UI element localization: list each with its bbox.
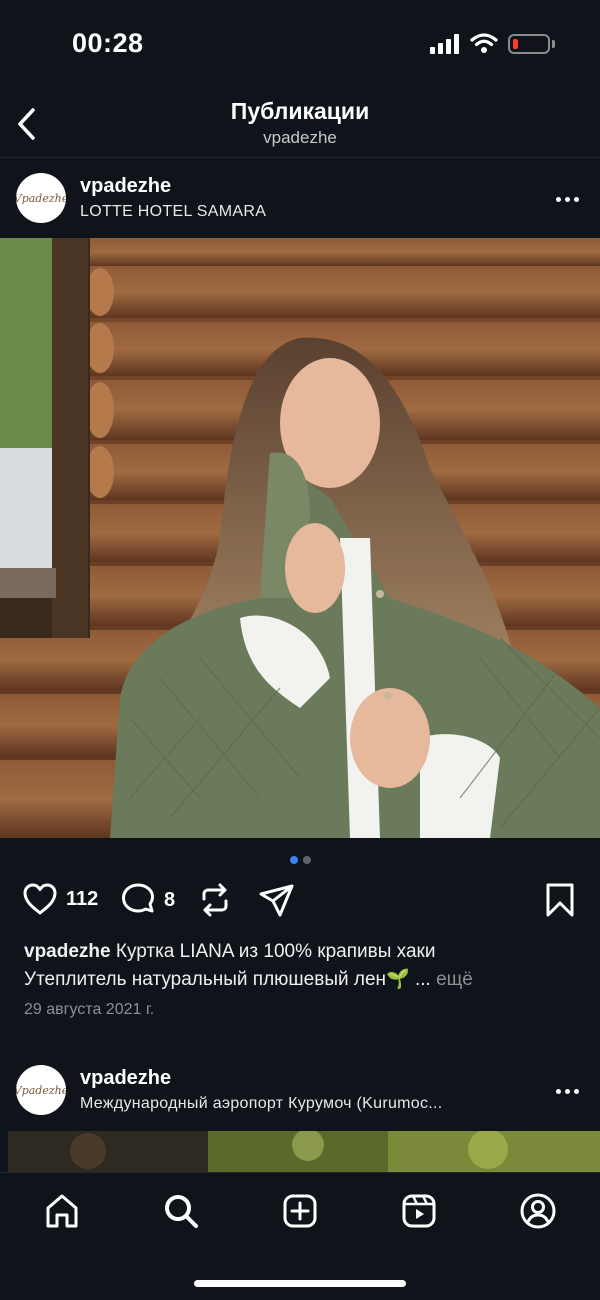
carousel-dot: [289, 856, 298, 864]
more-options-button[interactable]: [550, 189, 584, 209]
avatar[interactable]: Vpadezhe: [16, 1065, 66, 1115]
repost-button[interactable]: [198, 882, 232, 918]
comment-count: 8: [164, 888, 176, 911]
caption-text-line2: Утеплитель натуральный плюшевый лен🌱 ...: [24, 969, 437, 990]
post-location[interactable]: Международный аэропорт Курумоч (Kurumoc.…: [80, 1095, 443, 1113]
status-bar: 00:28: [0, 0, 600, 90]
caption-text-line1: Куртка LIANA из 100% крапивы хаки: [110, 941, 436, 962]
caption-username[interactable]: vpadezhe: [24, 941, 111, 962]
like-count: 112: [66, 887, 99, 910]
save-button[interactable]: [544, 882, 576, 918]
caption-more-link[interactable]: ещё: [436, 969, 473, 990]
page-title: Публикации: [230, 98, 370, 124]
carousel-dot: [302, 856, 311, 864]
like-button[interactable]: 112: [22, 882, 98, 916]
post-image[interactable]: [0, 238, 600, 838]
create-icon: [283, 1194, 317, 1228]
search-icon: [165, 1195, 198, 1228]
home-indicator: [194, 1280, 406, 1287]
send-icon: [259, 884, 294, 917]
wifi-icon: [470, 33, 498, 53]
post-caption: vpadezhe Куртка LIANA из 100% крапивы ха…: [24, 938, 584, 994]
post-username[interactable]: vpadezhe: [80, 175, 171, 198]
post-date: 29 августа 2021 г.: [24, 1001, 155, 1018]
tab-profile[interactable]: [518, 1191, 558, 1231]
signal-icon: [430, 34, 459, 54]
more-horizontal-icon: [555, 1088, 561, 1094]
status-time: 00:28: [72, 28, 144, 58]
post-header: Vpadezhe vpadezhe LOTTE HOTEL SAMARA: [0, 159, 600, 239]
page-subtitle: vpadezhe: [263, 128, 337, 147]
carousel-indicator: [0, 856, 600, 866]
comment-button[interactable]: 8: [120, 882, 175, 918]
heart-icon: [23, 883, 57, 915]
avatar[interactable]: Vpadezhe: [16, 173, 66, 223]
tab-reels[interactable]: [399, 1191, 439, 1231]
post-photo: [0, 238, 600, 838]
more-options-button[interactable]: [550, 1081, 584, 1101]
comment-icon: [122, 883, 154, 913]
repost-icon: [202, 883, 228, 917]
tab-home[interactable]: [42, 1191, 82, 1231]
post-location[interactable]: LOTTE HOTEL SAMARA: [80, 203, 266, 221]
post-actions: 112 8: [0, 880, 600, 926]
post-header: Vpadezhe vpadezhe Международный аэропорт…: [0, 1051, 600, 1131]
more-horizontal-icon: [555, 196, 561, 202]
tab-search[interactable]: [161, 1191, 201, 1231]
bookmark-icon: [546, 883, 574, 917]
battery-icon: [508, 34, 550, 54]
share-button[interactable]: [258, 882, 296, 918]
post-username[interactable]: vpadezhe: [80, 1067, 171, 1090]
reels-icon: [402, 1194, 436, 1228]
nav-header: Публикации vpadezhe: [0, 90, 600, 158]
tab-create[interactable]: [280, 1191, 320, 1231]
profile-icon: [520, 1193, 556, 1229]
home-icon: [46, 1194, 78, 1228]
post-image[interactable]: [8, 1131, 600, 1175]
